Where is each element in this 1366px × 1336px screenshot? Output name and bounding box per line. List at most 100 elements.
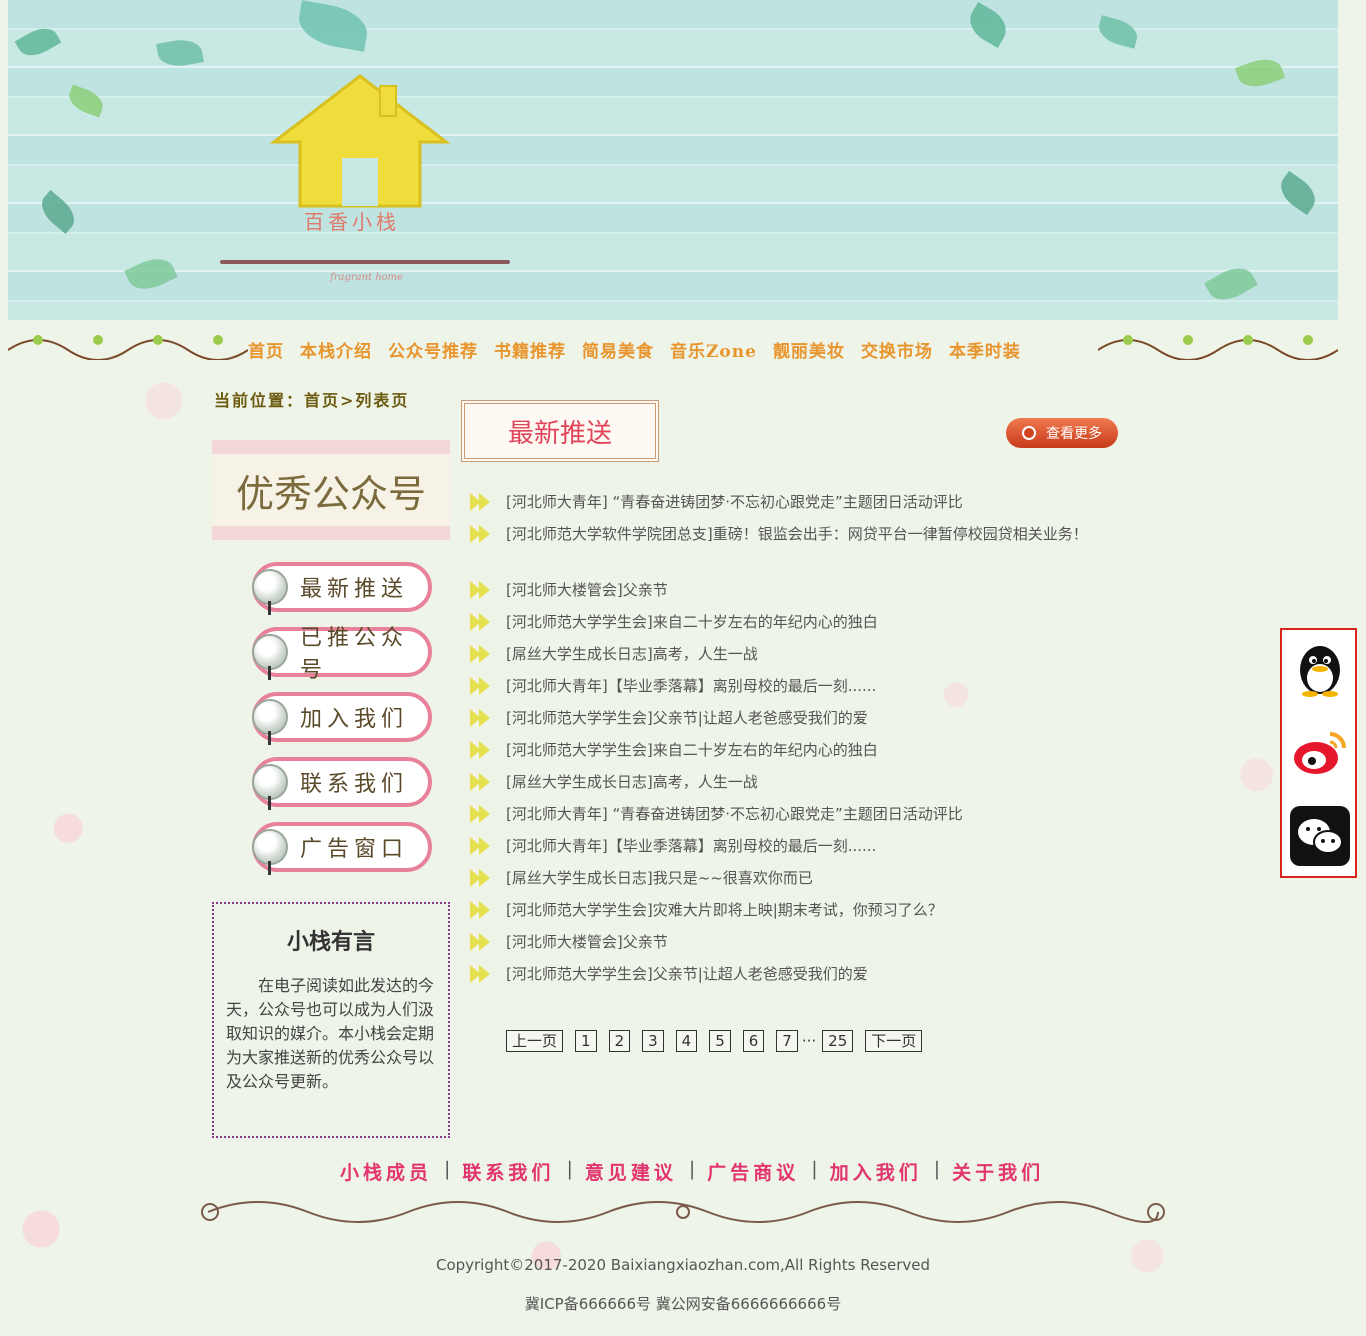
footer-link-contact[interactable]: 联系我们 <box>462 1158 554 1185</box>
vine-left-decoration <box>8 335 248 360</box>
list-item[interactable]: [河北师范大学学生会]父亲节|让超人老爸感受我们的爱 <box>470 706 1100 738</box>
article-link[interactable]: [河北师范大学学生会]父亲节|让超人老爸感受我们的爱 <box>506 962 868 986</box>
arrow-icon <box>470 578 494 602</box>
leaf-decoration <box>1204 260 1258 308</box>
list-item[interactable]: [河北师范大学学生会]灾难大片即将上映|期末考试，你预习了么？ <box>470 898 1100 930</box>
nav-item-music[interactable]: 音乐Zone <box>670 337 757 362</box>
house-logo-icon <box>270 74 450 208</box>
weibo-icon[interactable] <box>1290 722 1350 782</box>
article-link[interactable]: [河北师大青年] “青春奋进铸团梦·不忘初心跟党走”主题团日活动评比 <box>506 802 963 826</box>
header-banner: 百香小栈 fragrant home <box>8 0 1338 320</box>
list-item[interactable]: [屌丝大学生成长日志]高考，人生一战 <box>470 770 1100 802</box>
sidebar-button-ads[interactable]: 广告窗口 <box>252 822 432 875</box>
footer-link-members[interactable]: 小栈成员 <box>340 1158 432 1185</box>
nav-item-accounts[interactable]: 公众号推荐 <box>388 337 478 362</box>
leaf-decoration <box>34 189 82 235</box>
page-button[interactable]: 7 <box>776 1030 798 1052</box>
section-title: 最新推送 <box>507 418 612 449</box>
nav-item-makeup[interactable]: 靓丽美妆 <box>773 337 845 362</box>
footer-links: 小栈成员 | 联系我们 | 意见建议 | 广告商议 | 加入我们 | 关于我们 <box>340 1158 1044 1185</box>
article-link[interactable]: [屌丝大学生成长日志]高考，人生一战 <box>506 642 758 666</box>
nav-item-food[interactable]: 简易美食 <box>582 337 654 362</box>
magnifier-icon <box>252 829 288 875</box>
nav-item-about[interactable]: 本栈介绍 <box>300 337 372 362</box>
list-item[interactable]: [屌丝大学生成长日志]高考，人生一战 <box>470 642 1100 674</box>
nav-items: 首页 本栈介绍 公众号推荐 书籍推荐 简易美食 音乐Zone 靓丽美妆 交换市场… <box>248 337 1037 362</box>
arrow-icon <box>470 738 494 762</box>
view-more-button[interactable]: 查看更多 <box>1006 418 1118 448</box>
arrow-icon <box>470 522 494 546</box>
list-item[interactable]: [河北师范大学软件学院团总支]重磅！银监会出手：网贷平台一律暂停校园贷相关业务！ <box>470 522 1100 578</box>
logo-subtitle: fragrant home <box>330 272 404 283</box>
page-button[interactable]: 1 <box>575 1030 597 1052</box>
list-item[interactable]: [河北师大楼管会]父亲节 <box>470 930 1100 962</box>
sidebar-button-label: 广告窗口 <box>300 837 409 862</box>
sidebar-button-label: 联系我们 <box>300 772 409 797</box>
page-button[interactable]: 2 <box>608 1030 631 1052</box>
arrow-icon <box>470 962 494 986</box>
arrow-icon <box>470 930 494 954</box>
arrow-icon <box>470 802 494 826</box>
arrow-icon <box>470 610 494 634</box>
qq-icon[interactable] <box>1290 638 1350 698</box>
page-button[interactable]: 6 <box>742 1030 765 1052</box>
footer-link-feedback[interactable]: 意见建议 <box>585 1158 677 1185</box>
footer-separator: | <box>811 1158 818 1180</box>
list-item[interactable]: [河北师大青年] “青春奋进铸团梦·不忘初心跟党走”主题团日活动评比 <box>470 490 1100 522</box>
nav-item-home[interactable]: 首页 <box>248 337 284 362</box>
article-link[interactable]: [河北师范大学软件学院团总支]重磅！银监会出手：网贷平台一律暂停校园贷相关业务！ <box>506 522 1088 546</box>
copyright-text: Copyright©2017-2020 Baixiangxiaozhan.com… <box>435 1256 931 1274</box>
article-link[interactable]: [河北师大楼管会]父亲节 <box>506 578 668 602</box>
article-link[interactable]: [河北师大青年]【毕业季落幕】离别母校的最后一刻...... <box>506 834 876 858</box>
magnifier-icon <box>252 764 288 810</box>
page-button-last[interactable]: 25 <box>822 1030 854 1052</box>
list-item[interactable]: [河北师范大学学生会]来自二十岁左右的年纪内心的独白 <box>470 610 1100 642</box>
list-item[interactable]: [河北师大青年]【毕业季落幕】离别母校的最后一刻...... <box>470 674 1100 706</box>
next-page-button[interactable]: 下一页 <box>865 1030 923 1052</box>
article-link[interactable]: [河北师范大学学生会]灾难大片即将上映|期末考试，你预习了么？ <box>506 898 943 922</box>
article-link[interactable]: [河北师范大学学生会]父亲节|让超人老爸感受我们的爱 <box>506 706 868 730</box>
nav-item-books[interactable]: 书籍推荐 <box>494 337 566 362</box>
footer-link-join[interactable]: 加入我们 <box>830 1158 922 1185</box>
list-item[interactable]: [河北师大青年]【毕业季落幕】离别母校的最后一刻...... <box>470 834 1100 866</box>
prev-page-button[interactable]: 上一页 <box>506 1030 564 1052</box>
leaf-decoration <box>1274 170 1322 216</box>
sidebar-button-latest[interactable]: 最新推送 <box>252 562 432 615</box>
sidebar-button-pushed[interactable]: 已推公众号 <box>252 626 432 683</box>
page-button[interactable]: 5 <box>709 1030 731 1052</box>
footer-separator: | <box>444 1158 451 1180</box>
list-item[interactable]: [屌丝大学生成长日志]我只是~~很喜欢你而已 <box>470 866 1100 898</box>
sidebar-banner-text: 优秀公众号 <box>235 471 426 516</box>
article-link[interactable]: [屌丝大学生成长日志]我只是~~很喜欢你而已 <box>506 866 813 890</box>
list-item[interactable]: [河北师大青年] “青春奋进铸团梦·不忘初心跟党走”主题团日活动评比 <box>470 802 1100 834</box>
footer-separator: | <box>566 1158 573 1180</box>
view-more-label: 查看更多 <box>1046 426 1102 442</box>
list-item[interactable]: [河北师范大学学生会]父亲节|让超人老爸感受我们的爱 <box>470 962 1100 994</box>
list-item[interactable]: [河北师范大学学生会]来自二十岁左右的年纪内心的独白 <box>470 738 1100 770</box>
logo-vine-decoration <box>220 260 510 264</box>
footer-link-about[interactable]: 关于我们 <box>952 1158 1044 1185</box>
logo-title: 百香小栈 <box>304 210 400 234</box>
social-panel <box>1280 628 1357 878</box>
article-link[interactable]: [河北师范大学学生会]来自二十岁左右的年纪内心的独白 <box>506 738 878 762</box>
article-link[interactable]: [屌丝大学生成长日志]高考，人生一战 <box>506 770 758 794</box>
article-link[interactable]: [河北师大楼管会]父亲节 <box>506 930 668 954</box>
article-link[interactable]: [河北师范大学学生会]来自二十岁左右的年纪内心的独白 <box>506 610 878 634</box>
leaf-decoration <box>14 21 62 63</box>
nav-item-market[interactable]: 交换市场 <box>861 337 933 362</box>
footer-link-ads[interactable]: 广告商议 <box>707 1158 799 1185</box>
arrow-icon <box>470 642 494 666</box>
footer-separator: | <box>688 1158 696 1180</box>
leaf-decoration <box>124 251 178 297</box>
wechat-icon[interactable] <box>1290 806 1350 866</box>
article-link[interactable]: [河北师大青年]【毕业季落幕】离别母校的最后一刻...... <box>506 674 876 698</box>
sidebar-button-join[interactable]: 加入我们 <box>252 692 432 745</box>
article-list: [河北师大青年] “青春奋进铸团梦·不忘初心跟党走”主题团日活动评比 [河北师范… <box>470 490 1100 994</box>
page-button[interactable]: 4 <box>675 1030 698 1052</box>
article-link[interactable]: [河北师大青年] “青春奋进铸团梦·不忘初心跟党走”主题团日活动评比 <box>506 490 963 514</box>
list-item[interactable]: [河北师大楼管会]父亲节 <box>470 578 1100 610</box>
arrow-icon <box>470 674 494 698</box>
sidebar-button-contact[interactable]: 联系我们 <box>252 757 432 810</box>
nav-item-fashion[interactable]: 本季时装 <box>949 337 1021 362</box>
page-button[interactable]: 3 <box>642 1030 664 1052</box>
